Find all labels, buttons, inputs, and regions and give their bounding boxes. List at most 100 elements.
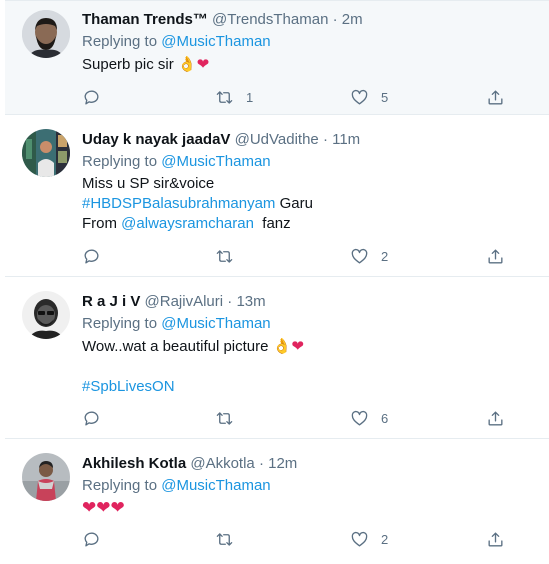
- reply-button[interactable]: [82, 245, 101, 267]
- reply-button[interactable]: [82, 528, 101, 550]
- ok-hand-emoji: 👌: [272, 337, 292, 355]
- heart-emojis: ❤❤❤: [82, 498, 125, 518]
- tweet-header: Akhilesh Kotla @Akkotla · 12m: [82, 454, 529, 474]
- retweet-button[interactable]: [215, 528, 234, 550]
- like-count: 6: [381, 410, 389, 426]
- tweet-text-line: #SpbLivesON: [82, 377, 529, 397]
- like-button[interactable]: 2: [350, 528, 388, 550]
- tweet-text-part: From: [82, 215, 122, 232]
- tweet-text-part: fanz: [253, 215, 291, 232]
- replying-to-link[interactable]: @MusicThaman: [161, 315, 270, 332]
- heart-icon: [351, 531, 368, 547]
- tweet-text-part: Miss u SP sir&voice: [82, 175, 215, 192]
- heart-emoji: ❤: [196, 55, 210, 73]
- avatar-image: [22, 453, 70, 501]
- share-button[interactable]: [486, 86, 505, 108]
- tweet-header: Thaman Trends™ @TrendsThaman · 2m: [82, 10, 529, 30]
- replying-to-link[interactable]: @MusicThaman: [161, 33, 270, 50]
- heart-emoji: ❤: [291, 337, 304, 355]
- avatar[interactable]: [22, 129, 70, 177]
- replying-prefix: Replying to: [82, 153, 158, 170]
- tweet[interactable]: Akhilesh Kotla @Akkotla · 12m Replying t…: [5, 439, 549, 564]
- timestamp[interactable]: 12m: [268, 455, 297, 472]
- separator-dot: ·: [227, 293, 233, 310]
- retweet-icon: [216, 249, 233, 263]
- avatar-image: [22, 129, 70, 177]
- tweet-header: R a J i V @RajivAluri · 13m: [82, 292, 529, 312]
- tweet[interactable]: Thaman Trends™ @TrendsThaman · 2m Replyi…: [5, 0, 549, 115]
- hashtag-link[interactable]: #HBDSPBalasubrahmanyam: [82, 195, 275, 212]
- share-button[interactable]: [486, 528, 505, 550]
- tweet-text-line: #HBDSPBalasubrahmanyam Garu: [82, 194, 529, 214]
- replying-prefix: Replying to: [82, 33, 158, 50]
- share-button[interactable]: [486, 407, 505, 429]
- hashtag-link[interactable]: #SpbLivesON: [82, 378, 175, 395]
- reply-icon: [84, 411, 99, 426]
- user-handle[interactable]: @UdVadithe: [235, 131, 319, 148]
- like-button[interactable]: 5: [350, 86, 388, 108]
- replying-prefix: Replying to: [82, 477, 158, 494]
- retweet-count: 1: [246, 89, 254, 105]
- retweet-button[interactable]: [215, 407, 234, 429]
- retweet-icon: [216, 532, 233, 546]
- reply-icon: [84, 90, 99, 105]
- replying-to: Replying to @MusicThaman: [82, 152, 529, 172]
- replying-to-link[interactable]: @MusicThaman: [161, 477, 270, 494]
- avatar-image: [22, 291, 70, 339]
- heart-icon: [351, 248, 368, 264]
- tweet-text-line: ❤❤❤: [82, 498, 529, 519]
- tweet-text: Superb pic sir 👌❤: [82, 54, 529, 75]
- reply-icon: [84, 249, 99, 264]
- reply-button[interactable]: [82, 407, 101, 429]
- replying-to-link[interactable]: @MusicThaman: [161, 153, 270, 170]
- tweet-header: Uday k nayak jaadaV @UdVadithe · 11m: [82, 130, 529, 150]
- share-icon: [488, 248, 503, 264]
- retweet-button[interactable]: [215, 245, 234, 267]
- timestamp[interactable]: 13m: [236, 293, 265, 310]
- separator-dot: ·: [258, 455, 264, 472]
- separator-dot: ·: [332, 11, 338, 28]
- tweet[interactable]: Uday k nayak jaadaV @UdVadithe · 11m Rep…: [5, 115, 549, 277]
- heart-icon: [351, 89, 368, 105]
- replying-to: Replying to @MusicThaman: [82, 314, 529, 334]
- share-icon: [488, 531, 503, 547]
- like-button[interactable]: 6: [350, 407, 388, 429]
- retweet-button[interactable]: 1: [215, 86, 253, 108]
- avatar[interactable]: [22, 291, 70, 339]
- reply-icon: [84, 532, 99, 547]
- avatar[interactable]: [22, 10, 70, 58]
- display-name[interactable]: R a J i V: [82, 293, 140, 310]
- ok-hand-emoji: 👌: [177, 55, 197, 73]
- like-count: 2: [381, 531, 389, 547]
- tweet-text-line: From @alwaysramcharan fanz: [82, 214, 529, 234]
- retweet-icon: [216, 90, 233, 104]
- tweet[interactable]: R a J i V @RajivAluri · 13m Replying to …: [5, 277, 549, 439]
- retweet-icon: [216, 411, 233, 425]
- like-count: 2: [381, 248, 389, 264]
- share-button[interactable]: [486, 245, 505, 267]
- tweet-text-line: Wow..wat a beautiful picture 👌❤: [82, 336, 529, 357]
- mention-link[interactable]: @alwaysramcharan: [121, 215, 254, 232]
- replying-to: Replying to @MusicThaman: [82, 476, 529, 496]
- separator-dot: ·: [322, 131, 328, 148]
- timestamp[interactable]: 11m: [332, 131, 360, 148]
- display-name[interactable]: Thaman Trends™: [82, 11, 208, 28]
- display-name[interactable]: Akhilesh Kotla: [82, 455, 186, 472]
- display-name[interactable]: Uday k nayak jaadaV: [82, 131, 230, 148]
- heart-icon: [351, 410, 368, 426]
- user-handle[interactable]: @TrendsThaman: [212, 11, 328, 28]
- share-icon: [488, 410, 503, 426]
- avatar-image: [22, 10, 70, 58]
- tweet-text-blank-line: [82, 357, 529, 377]
- like-button[interactable]: 2: [350, 245, 388, 267]
- timestamp[interactable]: 2m: [342, 11, 363, 28]
- replying-prefix: Replying to: [82, 315, 158, 332]
- tweet-text-part: Wow..wat a beautiful picture: [82, 338, 273, 355]
- reply-button[interactable]: [82, 86, 101, 108]
- user-handle[interactable]: @Akkotla: [190, 455, 254, 472]
- replying-to: Replying to @MusicThaman: [82, 32, 529, 52]
- tweet-text-part: Garu: [275, 195, 313, 212]
- user-handle[interactable]: @RajivAluri: [145, 293, 224, 310]
- avatar[interactable]: [22, 453, 70, 501]
- tweet-text-line: Miss u SP sir&voice: [82, 174, 529, 194]
